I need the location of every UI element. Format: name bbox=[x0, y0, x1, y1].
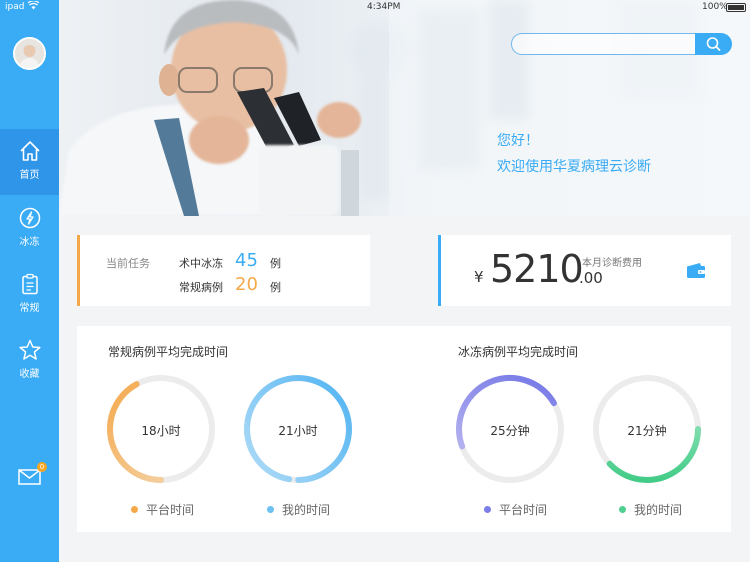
fee-amount: 5210 bbox=[490, 247, 584, 291]
regular-stats-title: 常规病例平均完成时间 bbox=[108, 345, 229, 359]
sidebar-item-label: 常规 bbox=[19, 303, 40, 314]
legend-dot bbox=[131, 506, 138, 513]
wallet-icon[interactable] bbox=[686, 262, 706, 280]
legend-label: 平台时间 bbox=[146, 503, 195, 517]
regular-platform-value: 18小时 bbox=[141, 424, 181, 438]
clipboard-icon bbox=[21, 273, 38, 295]
lightning-icon bbox=[19, 207, 40, 229]
sidebar-item-home[interactable]: 首页 bbox=[0, 129, 59, 195]
task-card-title: 当前任务 bbox=[106, 257, 150, 270]
greeting-welcome: 欢迎使用华夏病理云诊断 bbox=[497, 159, 651, 175]
search-input[interactable] bbox=[511, 33, 696, 55]
task-count: 20 bbox=[235, 274, 258, 295]
status-bar: ipad 4:34PM 100% bbox=[0, 0, 750, 16]
fee-label: 本月诊断费用 bbox=[582, 258, 642, 269]
fee-decimal: .00 bbox=[579, 269, 603, 287]
currency-symbol: ¥ bbox=[474, 268, 484, 286]
legend-regular-mine: 我的时间 bbox=[267, 501, 330, 518]
home-icon bbox=[19, 141, 40, 161]
sidebar: 首页 冰冻 常规 收藏 0 bbox=[0, 0, 59, 562]
task-unit: 例 bbox=[270, 257, 281, 270]
frozen-mine-value: 21分钟 bbox=[627, 424, 667, 438]
sidebar-item-label: 收藏 bbox=[19, 369, 40, 380]
greeting-hello: 您好！ bbox=[497, 133, 539, 149]
legend-regular-platform: 平台时间 bbox=[131, 501, 194, 518]
legend-frozen-mine: 我的时间 bbox=[619, 501, 682, 518]
sidebar-item-frozen[interactable]: 冰冻 bbox=[0, 196, 59, 262]
task-unit: 例 bbox=[270, 281, 281, 294]
clock: 4:34PM bbox=[367, 2, 401, 12]
task-label: 常规病例 bbox=[179, 281, 223, 294]
battery-percent: 100% bbox=[702, 2, 728, 12]
star-icon bbox=[18, 339, 41, 360]
battery-icon bbox=[726, 3, 746, 12]
legend-frozen-platform: 平台时间 bbox=[484, 501, 547, 518]
sidebar-item-label: 冰冻 bbox=[19, 237, 40, 248]
sidebar-item-label: 首页 bbox=[19, 170, 40, 181]
legend-label: 我的时间 bbox=[282, 503, 331, 517]
avatar[interactable] bbox=[13, 37, 46, 70]
carrier-label: ipad bbox=[5, 2, 25, 12]
sidebar-item-regular[interactable]: 常规 bbox=[0, 262, 59, 328]
task-row-frozen[interactable]: 术中冰冻 45 例 bbox=[179, 250, 281, 271]
search-bar bbox=[511, 33, 732, 55]
current-tasks-card[interactable]: 当前任务 术中冰冻 45 例 常规病例 20 例 bbox=[77, 235, 370, 306]
mail-badge: 0 bbox=[37, 462, 47, 472]
wifi-icon bbox=[28, 1, 39, 10]
search-icon bbox=[706, 37, 721, 51]
hero-banner: 您好！ 欢迎使用华夏病理云诊断 bbox=[59, 0, 750, 216]
greeting: 您好！ 欢迎使用华夏病理云诊断 bbox=[497, 128, 651, 180]
legend-dot bbox=[619, 506, 626, 513]
legend-label: 平台时间 bbox=[499, 503, 548, 517]
task-count: 45 bbox=[235, 250, 258, 271]
legend-dot bbox=[484, 506, 491, 513]
task-row-regular[interactable]: 常规病例 20 例 bbox=[179, 274, 281, 295]
search-button[interactable] bbox=[695, 33, 732, 55]
task-label: 术中冰冻 bbox=[179, 257, 223, 270]
completion-time-panel: 常规病例平均完成时间 冰冻病例平均完成时间 18小时 21小时 25分钟 21分… bbox=[77, 326, 731, 532]
legend-dot bbox=[267, 506, 274, 513]
legend-label: 我的时间 bbox=[634, 503, 683, 517]
regular-mine-value: 21小时 bbox=[278, 424, 318, 438]
sidebar-item-favorites[interactable]: 收藏 bbox=[0, 328, 59, 394]
avatar-image bbox=[15, 39, 44, 68]
frozen-stats-title: 冰冻病例平均完成时间 bbox=[458, 345, 579, 359]
frozen-platform-value: 25分钟 bbox=[490, 424, 530, 438]
monthly-fee-card[interactable]: ¥ 5210 .00 本月诊断费用 bbox=[438, 235, 731, 306]
